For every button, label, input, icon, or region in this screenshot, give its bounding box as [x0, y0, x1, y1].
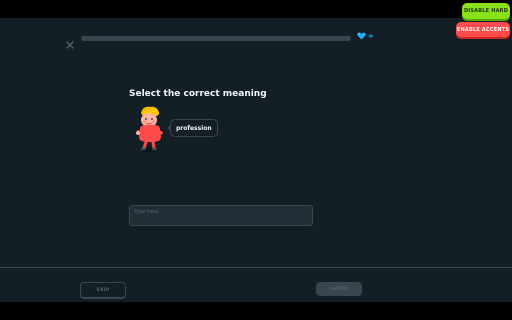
disable-hard-label: DISABLE HARD	[463, 8, 509, 14]
check-button-label: CHECK	[329, 286, 349, 292]
answer-input[interactable]	[129, 205, 313, 226]
lesson-progress-bar	[81, 36, 351, 41]
enable-accents-label: ENABLE ACCENTS	[456, 26, 510, 33]
footer-divider	[0, 267, 512, 268]
heart-gem-icon	[357, 32, 366, 40]
check-button[interactable]: CHECK	[316, 282, 362, 296]
close-button[interactable]	[66, 34, 74, 49]
hearts-value: ∞	[368, 32, 374, 40]
screen: ∞ Select the correct meaning profession …	[0, 0, 512, 320]
character-icon	[136, 106, 163, 153]
lesson-app: ∞ Select the correct meaning profession …	[0, 18, 512, 302]
word-speech-bubble: profession	[167, 119, 218, 137]
hearts-counter[interactable]: ∞	[357, 32, 374, 40]
skip-button[interactable]: SKIP	[80, 282, 126, 298]
disable-hard-button[interactable]: DISABLE HARD	[462, 3, 510, 19]
word-text: profession	[176, 124, 212, 132]
character-illustration	[133, 104, 167, 154]
challenge-title: Select the correct meaning	[129, 89, 267, 99]
close-icon	[66, 41, 74, 49]
enable-accents-button[interactable]: ENABLE ACCENTS	[456, 22, 510, 37]
skip-button-label: SKIP	[96, 287, 110, 293]
